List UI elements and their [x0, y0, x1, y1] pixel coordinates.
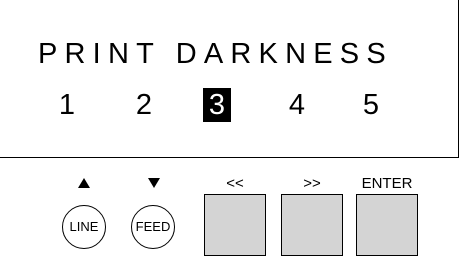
lcd-display: PRINT DARKNESS 1 2 3 4 5 [0, 0, 459, 158]
line-button[interactable]: LINE [62, 205, 106, 249]
darkness-option-1: 1 [58, 89, 76, 121]
down-triangle-icon [148, 178, 160, 188]
darkness-option-2: 2 [135, 89, 153, 121]
darkness-option-5: 5 [362, 89, 380, 121]
display-title: PRINT DARKNESS [38, 38, 393, 70]
darkness-option-4: 4 [288, 89, 306, 121]
up-triangle-icon [78, 178, 90, 188]
prev-button[interactable] [204, 194, 266, 256]
feed-button[interactable]: FEED [131, 205, 175, 249]
enter-key-label: ENTER [361, 175, 413, 192]
enter-button[interactable] [356, 194, 418, 256]
darkness-option-3-selected: 3 [203, 88, 231, 122]
next-key-label: >> [303, 175, 321, 192]
next-button[interactable] [281, 194, 343, 256]
prev-key-label: << [226, 175, 244, 192]
